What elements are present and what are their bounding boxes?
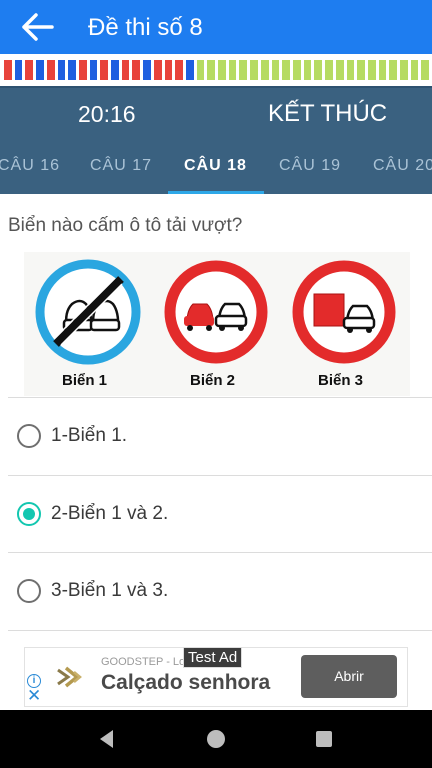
progress-segment xyxy=(196,60,205,80)
tab-question-20[interactable]: CÂU 20 xyxy=(373,157,432,175)
no-truck-overtaking-sign-icon xyxy=(292,260,396,364)
progress-segment xyxy=(400,60,408,80)
progress-segment xyxy=(207,60,216,80)
answer-option-1[interactable]: 1-Biển 1. xyxy=(0,398,432,474)
question-tabs: CÂU 16 CÂU 17 CÂU 18 CÂU 19 CÂU 20 xyxy=(0,138,432,194)
progress-segment xyxy=(100,60,109,80)
progress-segment xyxy=(335,60,344,80)
no-overtaking-sign-icon xyxy=(164,260,268,364)
progress-segment xyxy=(228,60,237,80)
nav-recents-icon[interactable] xyxy=(312,727,336,751)
active-tab-indicator xyxy=(168,191,264,194)
progress-segment xyxy=(143,60,151,80)
answer-option-2[interactable]: 2-Biển 1 và 2. xyxy=(0,476,432,552)
progress-segment xyxy=(271,60,280,80)
progress-segment xyxy=(250,60,258,80)
ad-advertiser: GOODSTEP - Lo xyxy=(101,656,186,668)
progress-segment xyxy=(314,60,323,80)
progress-segment xyxy=(367,60,376,80)
answer-option-3[interactable]: 3-Biển 1 và 3. xyxy=(0,553,432,629)
divider xyxy=(8,630,432,631)
progress-segment xyxy=(378,60,387,80)
progress-segment xyxy=(132,60,141,80)
sign-1-label: Biển 1 xyxy=(62,372,108,389)
progress-segment xyxy=(239,60,248,80)
progress-segment xyxy=(346,60,355,80)
traffic-signs-illustration xyxy=(35,259,396,365)
radio-button[interactable] xyxy=(17,502,41,526)
progress-segment xyxy=(121,60,130,80)
progress-segment xyxy=(57,60,66,80)
ad-headline: Calçado senhora xyxy=(101,671,271,694)
progress-segment xyxy=(303,60,312,80)
progress-segment xyxy=(46,60,55,80)
countdown-timer: 20:16 xyxy=(78,101,136,127)
progress-segment xyxy=(78,60,87,80)
sign-2-label: Biển 2 xyxy=(190,372,236,389)
tab-question-19[interactable]: CÂU 19 xyxy=(279,157,341,175)
progress-segment xyxy=(389,60,398,80)
progress-segment xyxy=(36,60,44,80)
progress-segment xyxy=(185,60,194,80)
arrow-left-icon[interactable] xyxy=(20,10,56,44)
tab-question-16[interactable]: CÂU 16 xyxy=(0,157,60,175)
nav-back-icon[interactable] xyxy=(95,727,119,751)
finish-button[interactable]: KẾT THÚC xyxy=(268,100,387,128)
end-no-overtaking-sign-icon xyxy=(35,259,141,365)
progress-segment xyxy=(164,60,173,80)
progress-segment xyxy=(421,60,430,80)
progress-segment xyxy=(357,60,365,80)
progress-segment xyxy=(175,60,183,80)
progress-segment xyxy=(68,60,76,80)
progress-segment xyxy=(25,60,34,80)
progress-segment xyxy=(292,60,301,80)
ad-banner[interactable]: i ✕ GOODSTEP - Lo Calçado senhora Abrir … xyxy=(24,647,408,707)
traffic-signs-image: Biển 1 Biển 2 Biển 3 xyxy=(24,252,410,396)
progress-segment xyxy=(4,60,12,80)
progress-segment xyxy=(218,60,226,80)
answer-progress-bar xyxy=(0,54,432,86)
progress-segment xyxy=(111,60,119,80)
progress-segment xyxy=(153,60,162,80)
question-text: Biển nào cấm ô tô tải vượt? xyxy=(8,215,243,236)
app-bar: Đề thi số 8 xyxy=(0,0,432,54)
progress-segment xyxy=(260,60,269,80)
radio-button[interactable] xyxy=(17,424,41,448)
tab-question-17[interactable]: CÂU 17 xyxy=(90,157,152,175)
page-title: Đề thi số 8 xyxy=(88,14,203,41)
system-navigation-bar xyxy=(0,710,432,768)
progress-segment xyxy=(282,60,290,80)
sign-3-label: Biển 3 xyxy=(318,372,364,389)
progress-segment xyxy=(14,60,23,80)
answer-option-label: 1-Biển 1. xyxy=(51,425,128,446)
timer-bar: 20:16 KẾT THÚC xyxy=(0,86,432,138)
progress-segment xyxy=(410,60,419,80)
tab-question-18[interactable]: CÂU 18 xyxy=(184,157,247,175)
progress-segment xyxy=(89,60,98,80)
radio-button[interactable] xyxy=(17,579,41,603)
ad-open-button[interactable]: Abrir xyxy=(301,655,397,698)
answer-option-label: 3-Biển 1 và 3. xyxy=(51,580,169,601)
ad-close-icon[interactable]: ✕ xyxy=(27,686,41,706)
nav-home-icon[interactable] xyxy=(204,727,228,751)
advertiser-logo-icon xyxy=(57,666,82,688)
progress-segment xyxy=(325,60,333,80)
test-ad-badge: Test Ad xyxy=(183,647,243,668)
answer-option-label: 2-Biển 1 và 2. xyxy=(51,503,169,524)
